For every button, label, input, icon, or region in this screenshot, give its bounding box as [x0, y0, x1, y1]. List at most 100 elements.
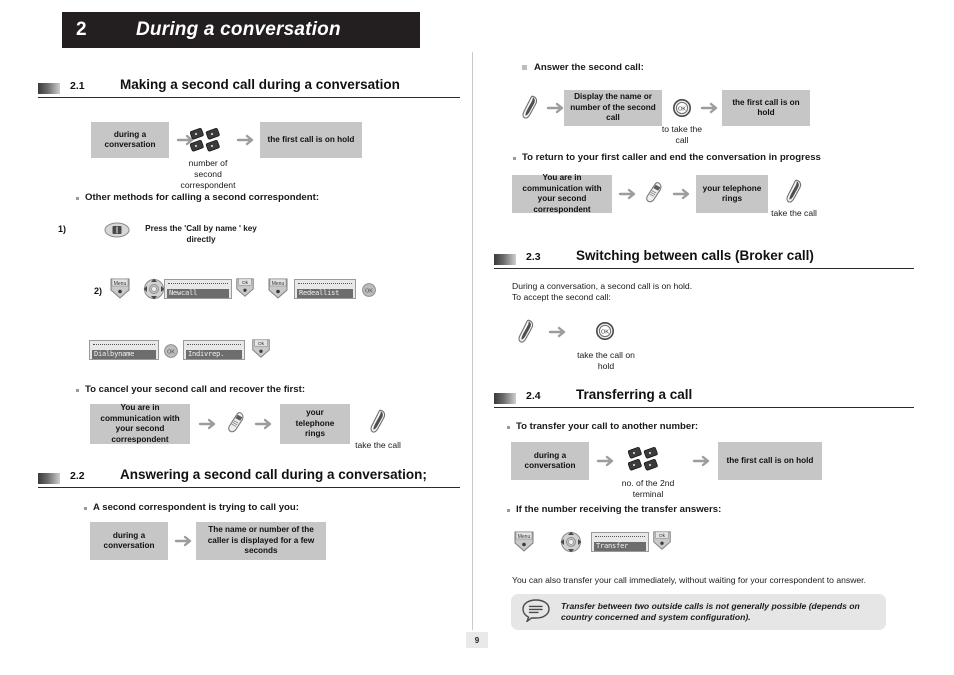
note-text: Transfer between two outside calls is no… — [561, 601, 860, 622]
section-rule — [38, 97, 460, 98]
take-the-call-caption: take the call — [771, 208, 817, 218]
handset-pickup-icon — [514, 318, 538, 346]
bullet-transfer-call: To transfer your call to another number: — [506, 421, 699, 432]
section-number: 2.1 — [70, 80, 85, 92]
flow-box-first-call-on-hold: the first call is on hold — [722, 90, 810, 126]
keypad-icon — [628, 445, 664, 473]
ok-round-key-icon[interactable]: OK — [596, 322, 614, 345]
navigator-key-icon[interactable] — [559, 530, 583, 554]
broker-call-description: During a conversation, a second call is … — [512, 281, 693, 302]
menu-key-icon[interactable]: Menu — [266, 277, 290, 301]
ok-round-key-icon[interactable]: OK — [362, 283, 376, 302]
bullet-answer-second-call: Answer the second call: — [522, 62, 644, 73]
svg-text:Ok: Ok — [659, 533, 666, 539]
section-heading-2-3: 2.3 Switching between calls (Broker call… — [494, 248, 914, 273]
list-index-2: 2) — [94, 286, 103, 296]
arrow-icon — [692, 453, 712, 469]
arrow-icon — [700, 100, 720, 116]
handset-pickup-icon — [782, 178, 806, 206]
lcd-menu-item[interactable]: Indivrep. — [186, 350, 242, 359]
handset-pickup-icon — [518, 94, 542, 122]
section-marker — [38, 473, 60, 484]
section-number: 2.3 — [526, 251, 541, 263]
list-index-1: 1) — [58, 224, 67, 234]
arrow-icon — [198, 416, 218, 432]
lcd-menu-item[interactable]: Transfer — [594, 542, 646, 551]
menu-key-icon[interactable]: Menu — [108, 277, 132, 301]
to-take-the-call-caption: to take the call — [661, 124, 703, 145]
navigator-key-icon[interactable] — [142, 277, 166, 301]
section-number: 2.4 — [526, 390, 541, 402]
svg-text:OK: OK — [678, 106, 686, 112]
keypad-icon — [190, 126, 226, 154]
section-number: 2.2 — [70, 470, 85, 482]
column-divider — [472, 52, 473, 630]
arrow-icon — [618, 186, 638, 202]
svg-text:OK: OK — [167, 349, 175, 355]
lcd-dotted-line — [595, 536, 645, 540]
svg-text:OK: OK — [601, 329, 609, 335]
section-heading-2-1: 2.1 Making a second call during a conver… — [38, 77, 460, 102]
svg-text:Menu: Menu — [518, 534, 531, 540]
lcd-dotted-line — [187, 344, 241, 348]
keypad-caption: no. of the 2nd terminal — [621, 478, 675, 499]
arrow-icon — [236, 132, 256, 148]
keypad-caption: number of second correspondent — [180, 158, 236, 190]
arrow-icon — [672, 186, 692, 202]
flow-box-first-call-on-hold: the first call is on hold — [260, 122, 362, 158]
bullet-cancel-second-call: To cancel your second call and recover t… — [75, 384, 306, 395]
ok-key-icon[interactable]: Ok — [651, 530, 673, 552]
lcd-screen-dialbyname: Dialbyname — [89, 340, 159, 360]
svg-text:Ok: Ok — [258, 341, 265, 347]
section-heading-2-4: 2.4 Transferring a call — [494, 387, 914, 412]
section-marker — [494, 254, 516, 265]
ok-round-key-icon[interactable]: OK — [673, 99, 691, 122]
lcd-menu-item[interactable]: Dialbyname — [92, 350, 156, 359]
ok-key-icon[interactable]: Ok — [234, 277, 256, 299]
chapter-title: During a conversation — [136, 19, 341, 40]
ok-round-key-icon[interactable]: OK — [164, 344, 178, 363]
flow-box-during-conversation: during a conversation — [91, 122, 169, 158]
section-rule — [38, 487, 460, 488]
call-by-name-label: Press the 'Call by name ' key directly — [145, 224, 257, 244]
bullet-return-first-caller: To return to your first caller and end t… — [513, 152, 821, 163]
lcd-screen-redial-list: Redeallist — [294, 279, 356, 299]
lcd-dotted-line — [168, 283, 228, 287]
take-the-call-caption: take the call — [355, 440, 401, 450]
call-by-name-key-icon[interactable] — [104, 222, 130, 238]
arrow-icon — [174, 533, 194, 549]
lcd-dotted-line — [298, 283, 352, 287]
menu-key-icon[interactable]: Menu — [512, 530, 536, 554]
note-callout: Transfer between two outside calls is no… — [511, 594, 886, 630]
flow-box-in-communication: You are in communication with your secon… — [512, 173, 612, 214]
speech-bubble-icon — [521, 598, 551, 627]
section-title: Making a second call during a conversati… — [120, 77, 400, 92]
take-call-on-hold-caption: take the call on hold — [577, 350, 635, 371]
arrow-icon — [254, 416, 274, 432]
svg-text:Menu: Menu — [272, 281, 285, 287]
arrow-icon — [548, 324, 568, 340]
flow-box-telephone-rings: your telephone rings — [280, 404, 350, 444]
section-marker — [494, 393, 516, 404]
flow-box-in-communication: You are in communication with your secon… — [90, 403, 190, 444]
section-title: Switching between calls (Broker call) — [576, 248, 814, 263]
flow-box-first-call-on-hold: the first call is on hold — [718, 442, 822, 480]
flow-box-during-conversation: during a conversation — [90, 522, 168, 560]
flow-box-caller-displayed: The name or number of the caller is disp… — [196, 522, 326, 560]
svg-text:OK: OK — [365, 288, 373, 294]
handset-hangup-icon — [642, 180, 666, 206]
flow-box-during-conversation: during a conversation — [511, 442, 589, 480]
lcd-menu-item[interactable]: Redeallist — [297, 289, 353, 298]
page-number: 9 — [466, 632, 488, 648]
lcd-screen-transfer: Transfer — [591, 532, 649, 552]
bullet-other-methods: Other methods for calling a second corre… — [75, 192, 320, 203]
section-marker — [38, 83, 60, 94]
arrow-icon — [596, 453, 616, 469]
lcd-screen-newcall: Newcall — [164, 279, 232, 299]
section-rule — [494, 407, 914, 408]
section-heading-2-2: 2.2 Answering a second call during a con… — [38, 467, 460, 492]
ok-key-icon[interactable]: Ok — [250, 338, 272, 360]
bullet-transfer-answers: If the number receiving the transfer ans… — [506, 504, 722, 515]
lcd-menu-item[interactable]: Newcall — [167, 289, 229, 298]
section-rule — [494, 268, 914, 269]
